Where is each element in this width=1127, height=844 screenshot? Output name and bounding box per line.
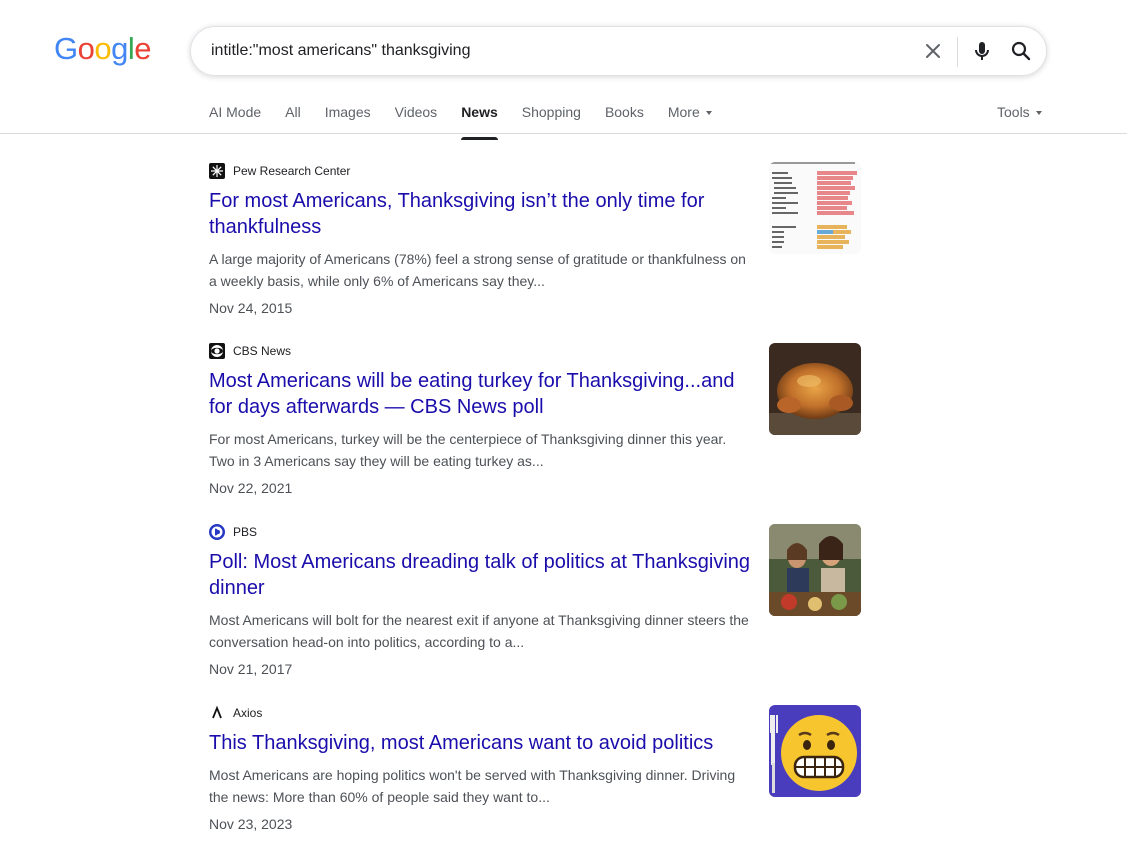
tab-images[interactable]: Images: [325, 96, 371, 134]
result-snippet: Most Americans will bolt for the nearest…: [209, 612, 749, 650]
result-date: Nov 22, 2021: [209, 480, 293, 496]
cbs-eye-icon: [209, 343, 225, 359]
source-name[interactable]: Pew Research Center: [233, 164, 350, 178]
result-date: Nov 24, 2015: [209, 300, 293, 316]
result-snippet: A large majority of Americans (78%) feel…: [209, 251, 746, 289]
tab-videos[interactable]: Videos: [395, 96, 438, 134]
result-title[interactable]: For most Americans, Thanksgiving isn’t t…: [209, 188, 754, 240]
roast-turkey-thumbnail[interactable]: [769, 343, 861, 435]
result-title[interactable]: This Thanksgiving, most Americans want t…: [209, 730, 754, 756]
result-snippet: Most Americans are hoping politics won't…: [209, 767, 736, 805]
google-logo[interactable]: Google: [54, 31, 152, 67]
result-title[interactable]: Poll: Most Americans dreading talk of po…: [209, 549, 754, 601]
tab-more[interactable]: More: [668, 96, 712, 134]
search-icon[interactable]: [1009, 39, 1033, 63]
microphone-icon[interactable]: [970, 39, 994, 63]
news-result: PBS Poll: Most Americans dreading talk o…: [209, 523, 861, 680]
pew-favicon-icon: [209, 163, 225, 179]
result-date: Nov 21, 2017: [209, 661, 293, 677]
source-name[interactable]: PBS: [233, 525, 257, 539]
tab-all[interactable]: All: [285, 96, 301, 134]
tab-ai-mode[interactable]: AI Mode: [209, 96, 261, 134]
dinner-table-thumbnail[interactable]: [769, 524, 861, 616]
tab-books[interactable]: Books: [605, 96, 644, 134]
chevron-down-icon: [705, 111, 712, 116]
axios-logo-icon: [209, 705, 225, 721]
chevron-down-icon: [1035, 111, 1042, 116]
tab-shopping[interactable]: Shopping: [522, 96, 581, 134]
tools-button[interactable]: Tools: [997, 96, 1042, 128]
clear-icon[interactable]: [921, 39, 945, 63]
news-result: Axios This Thanksgiving, most Americans …: [209, 704, 861, 835]
pbs-logo-icon: [209, 524, 225, 540]
search-box[interactable]: intitle:"most americans" thanksgiving: [190, 26, 1047, 76]
news-result: CBS News Most Americans will be eating t…: [209, 342, 861, 499]
result-date: Nov 23, 2023: [209, 816, 293, 832]
bar-chart-thumbnail[interactable]: [769, 162, 861, 254]
source-name[interactable]: Axios: [233, 706, 262, 720]
header-divider: [0, 133, 1127, 134]
tab-news[interactable]: News: [461, 96, 498, 140]
search-tabs: AI Mode All Images Videos News Shopping …: [209, 96, 736, 140]
result-snippet: For most Americans, turkey will be the c…: [209, 431, 727, 469]
source-name[interactable]: CBS News: [233, 344, 291, 358]
grimacing-emoji-thumbnail[interactable]: [769, 705, 861, 797]
result-title[interactable]: Most Americans will be eating turkey for…: [209, 368, 754, 420]
news-result: Pew Research Center For most Americans, …: [209, 162, 861, 319]
search-input[interactable]: intitle:"most americans" thanksgiving: [211, 27, 470, 75]
search-divider: [957, 37, 958, 67]
